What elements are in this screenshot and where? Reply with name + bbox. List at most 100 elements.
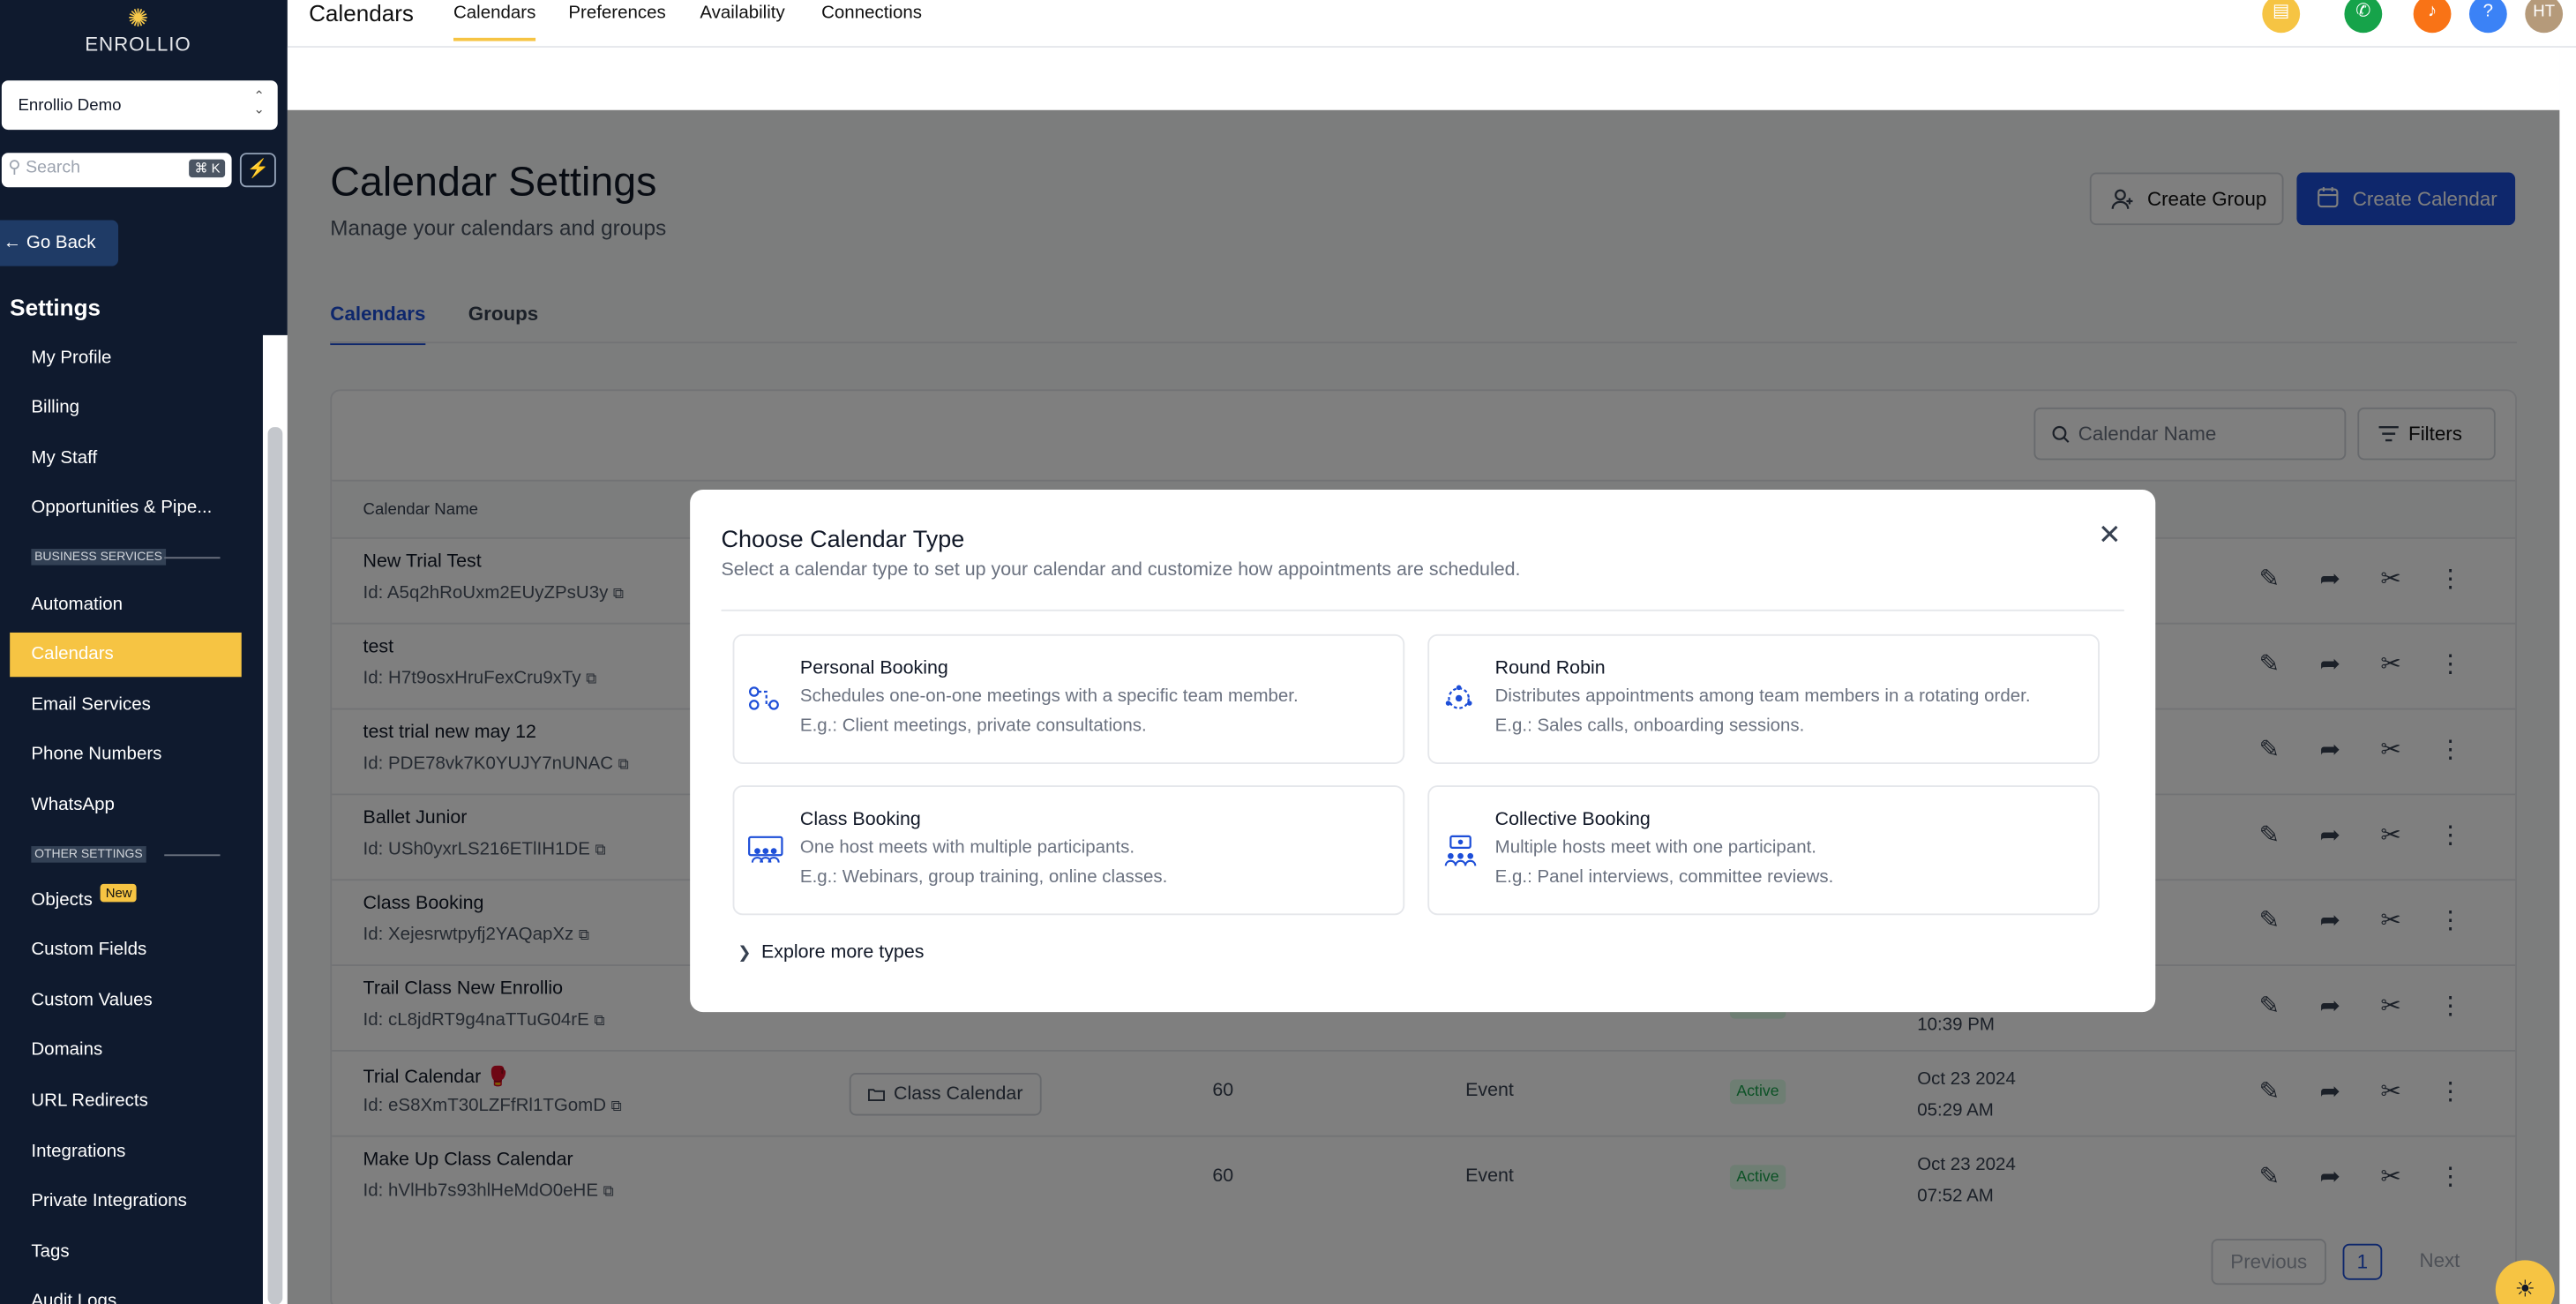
option-personal-booking[interactable]: Personal Booking Schedules one-on-one me… — [732, 633, 1405, 764]
sidebar-item-my-profile[interactable]: My Profile — [10, 337, 242, 381]
sidebar-item-label: Domains — [31, 1039, 103, 1060]
sidebar-item-label: Calendars — [31, 644, 114, 664]
search-icon: ⚲ — [8, 157, 21, 178]
settings-heading: Settings — [10, 294, 101, 321]
sidebar-item-integrations[interactable]: Integrations — [10, 1130, 242, 1174]
sidebar-item-email-services[interactable]: Email Services — [10, 684, 242, 728]
bolt-icon: ⚡ — [246, 159, 270, 179]
sidebar-item-label: WhatsApp — [31, 795, 115, 815]
tab-availability[interactable]: Availability — [700, 4, 784, 23]
page-section-title: Calendars — [309, 0, 414, 26]
sidebar-item-custom-values[interactable]: Custom Values — [10, 979, 242, 1023]
search-placeholder: Search — [26, 157, 81, 178]
panel-icon — [1444, 835, 1477, 866]
sidebar-item-url-redirects[interactable]: URL Redirects — [10, 1079, 242, 1123]
sidebar-item-private-integrations[interactable]: Private Integrations — [10, 1180, 242, 1224]
rotation-icon — [1445, 685, 1472, 709]
sidebar-item-custom-fields[interactable]: Custom Fields — [10, 928, 242, 972]
option-class-booking[interactable]: Class Booking One host meets with multip… — [732, 785, 1405, 916]
bell-icon[interactable]: ♪ — [2413, 0, 2452, 34]
option-title: Personal Booking — [799, 658, 948, 679]
option-title: Round Robin — [1494, 658, 1606, 679]
new-badge: New — [101, 883, 138, 903]
sidebar-item-label: Phone Numbers — [31, 744, 162, 764]
sidebar-item-label: My Staff — [31, 448, 98, 468]
quick-action-button[interactable]: ⚡ — [239, 153, 276, 188]
modal-title: Choose Calendar Type — [721, 527, 965, 554]
modal-subtitle: Select a calendar type to set up your ca… — [721, 560, 1521, 581]
sidebar-item-label: Email Services — [31, 694, 151, 716]
account-name: Enrollio Demo — [18, 96, 122, 116]
sidebar-item-domains[interactable]: Domains — [10, 1029, 242, 1073]
arrow-left-icon: ← — [3, 233, 22, 253]
option-description: Schedules one-on-one meetings with a spe… — [799, 686, 1299, 707]
section-label-other: OTHER SETTINGS — [31, 846, 146, 863]
explore-more-label: Explore more types — [760, 942, 925, 963]
option-round-robin[interactable]: Round Robin Distributes appointments amo… — [1427, 633, 2100, 764]
section-label-business: BUSINESS SERVICES — [31, 548, 166, 566]
chevron-right-icon: ❯ — [738, 944, 752, 963]
sidebar: ✺ ENROLLIO Enrollio Demo ⌃ ⌄ ⚲ Search ⌘ K… — [0, 0, 288, 1304]
sidebar-item-label: Opportunities & Pipe... — [31, 498, 213, 518]
option-description: Multiple hosts meet with one participant… — [1494, 837, 1817, 858]
sidebar-item-tags[interactable]: Tags — [10, 1231, 242, 1275]
tab-calendars[interactable]: Calendars — [453, 4, 536, 41]
sidebar-item-audit-logs[interactable]: Audit Logs — [10, 1280, 242, 1304]
sidebar-item-objects[interactable]: Objects New — [10, 879, 242, 923]
option-example: E.g.: Webinars, group training, online c… — [799, 867, 1168, 888]
app-root: ✺ ENROLLIO Enrollio Demo ⌃ ⌄ ⚲ Search ⌘ K… — [0, 0, 2576, 1304]
account-switcher[interactable]: Enrollio Demo ⌃ ⌄ — [1, 80, 278, 131]
sidebar-item-label: Tags — [31, 1241, 70, 1263]
option-description: One host meets with multiple participant… — [799, 837, 1135, 858]
classroom-icon — [748, 836, 783, 863]
notes-icon[interactable]: ▤ — [2262, 0, 2301, 34]
sidebar-item-phone-numbers[interactable]: Phone Numbers — [10, 733, 242, 777]
avatar[interactable]: HT — [2525, 0, 2564, 34]
sidebar-item-label: Private Integrations — [31, 1191, 187, 1211]
brand-logo[interactable]: ✺ ENROLLIO — [0, 6, 276, 56]
sidebar-scrollbar-thumb[interactable] — [267, 427, 283, 1304]
sidebar-item-label: Audit Logs — [31, 1291, 117, 1304]
sidebar-item-label: Billing — [31, 397, 80, 418]
sidebar-item-calendars[interactable]: Calendars — [10, 632, 242, 678]
section-divider — [164, 854, 221, 857]
sidebar-item-label: URL Redirects — [31, 1090, 148, 1111]
sidebar-item-whatsapp[interactable]: WhatsApp — [10, 783, 242, 828]
chevron-updown-icon: ⌃ ⌄ — [253, 88, 265, 117]
option-title: Class Booking — [799, 810, 921, 830]
sidebar-search-input[interactable]: ⚲ Search ⌘ K — [1, 153, 232, 188]
section-divider — [164, 557, 221, 559]
modal-divider — [721, 609, 2124, 611]
option-description: Distributes appointments among team memb… — [1494, 686, 2031, 707]
option-title: Collective Booking — [1494, 810, 1651, 830]
sun-icon: ✺ — [127, 4, 149, 34]
sidebar-item-automation[interactable]: Automation — [10, 583, 242, 627]
option-example: E.g.: Panel interviews, committee review… — [1494, 867, 1834, 888]
tab-connections[interactable]: Connections — [821, 4, 922, 23]
shortcut-badge: ⌘ K — [189, 159, 226, 178]
sidebar-item-label: Objects — [31, 890, 93, 911]
option-example: E.g.: Client meetings, private consultat… — [799, 716, 1147, 737]
phone-icon[interactable]: ✆ — [2344, 0, 2383, 34]
go-back-label: Go Back — [26, 233, 96, 253]
logo-text: ENROLLIO — [85, 33, 191, 56]
top-nav: Calendars Calendars Preferences Availabi… — [287, 0, 2576, 49]
sidebar-item-opportunities[interactable]: Opportunities & Pipe... — [10, 486, 242, 530]
sidebar-item-my-staff[interactable]: My Staff — [10, 437, 242, 481]
sidebar-item-label: Integrations — [31, 1142, 126, 1162]
option-collective-booking[interactable]: Collective Booking Multiple hosts meet w… — [1427, 785, 2100, 916]
person-connect-icon — [748, 686, 779, 710]
sidebar-item-label: Automation — [31, 595, 124, 615]
help-icon[interactable]: ? — [2468, 0, 2507, 34]
option-example: E.g.: Sales calls, onboarding sessions. — [1494, 716, 1805, 737]
sidebar-item-label: Custom Fields — [31, 940, 147, 960]
sidebar-item-label: My Profile — [31, 348, 112, 369]
tab-preferences[interactable]: Preferences — [568, 4, 665, 23]
content-header-band — [287, 48, 2560, 110]
close-icon[interactable]: ✕ — [2098, 519, 2122, 551]
sidebar-item-billing[interactable]: Billing — [10, 386, 242, 431]
go-back-button[interactable]: ← Go Back — [0, 220, 119, 266]
sidebar-item-label: Custom Values — [31, 990, 153, 1011]
explore-more-types-toggle[interactable]: ❯ Explore more types — [738, 943, 924, 963]
choose-calendar-type-modal: Choose Calendar Type Select a calendar t… — [690, 489, 2156, 1013]
